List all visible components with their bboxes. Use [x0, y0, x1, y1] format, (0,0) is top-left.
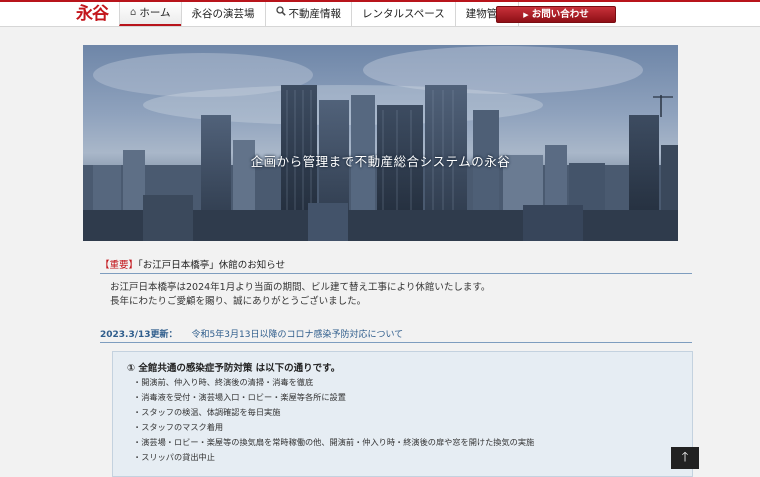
notice-line: お江戸日本橋亭は2024年1月より当面の期間、ビル建て替え工事により休館いたしま…: [110, 282, 491, 293]
covid-measures-box: ① 全館共通の感染症予防対策 は以下の通りです。 ・開演前、仲入り時、終演後の清…: [112, 351, 693, 477]
city-skyline-image: [83, 46, 678, 241]
notice-tag: 【重要】: [100, 260, 139, 271]
notice-body: お江戸日本橋亭は2024年1月より当面の期間、ビル建て替え工事により休館いたしま…: [110, 281, 670, 308]
list-item: ・スリッパの貸出中止: [133, 452, 215, 462]
contact-label: お問い合わせ: [531, 9, 589, 20]
home-icon: ⌂: [130, 7, 137, 18]
nav-item-rental-space[interactable]: レンタルスペース: [351, 2, 455, 26]
notice-line: 長年にわたりご愛顧を賜り、誠にありがとうございました。: [110, 295, 367, 307]
nav-item-theaters[interactable]: 永谷の演芸場: [180, 2, 265, 26]
nav-label: 永谷の演芸場: [191, 8, 255, 20]
nav-item-real-estate[interactable]: 不動産情報: [264, 2, 352, 26]
main-nav: ⌂ ホーム 永谷の演芸場 不動産情報 レンタルスペース 建物管理: [119, 2, 519, 26]
arrow-up-icon: 🡑: [681, 450, 689, 465]
list-item: ・消毒液を受付・演芸場入口・ロビー・楽屋等各所に設置: [133, 392, 346, 402]
list-item: ・スタッフのマスク着用: [133, 422, 224, 432]
list-item: ・演芸場・ロビー・楽屋等の換気扇を常時稼働の他、開演前・仲入り時・終演後の扉や窓…: [133, 437, 535, 447]
list-item: ・スタッフの検温、体調確認を毎日実施: [133, 407, 281, 417]
list-item: ・開演前、仲入り時、終演後の清掃・消毒を徹底: [133, 377, 314, 387]
site-logo[interactable]: 永谷: [76, 4, 109, 24]
covid-measures-heading: ① 全館共通の感染症予防対策 は以下の通りです。: [127, 363, 341, 374]
arrow-right-icon: ▶: [523, 11, 529, 19]
notice-title-text: 「お江戸日本橋亭」休館のお知らせ: [138, 260, 286, 271]
nav-label: 不動産情報: [288, 8, 342, 20]
notice-heading[interactable]: 【重要】「お江戸日本橋亭」休館のお知らせ: [100, 257, 692, 274]
nav-label: ホーム: [139, 7, 171, 19]
site-header: 永谷 ⌂ ホーム 永谷の演芸場 不動産情報 レンタルスペース 建物管理 ▶ お問い…: [0, 2, 760, 27]
hero-caption: 企画から管理まで不動産総合システムの永谷: [250, 154, 511, 169]
contact-button[interactable]: ▶ お問い合わせ: [496, 6, 616, 23]
nav-item-home[interactable]: ⌂ ホーム: [119, 2, 181, 26]
search-icon: [275, 2, 286, 26]
covid-measures-list: ・開演前、仲入り時、終演後の清掃・消毒を徹底 ・消毒液を受付・演芸場入口・ロビー…: [133, 375, 534, 465]
nav-label: レンタルスペース: [362, 8, 445, 20]
update-date: 2023.3/13更新：: [100, 330, 178, 340]
covid-title-text: 令和5年3月13日以降のコロナ感染予防対応について: [191, 330, 404, 340]
covid-update-heading[interactable]: 2023.3/13更新： 令和5年3月13日以降のコロナ感染予防対応について: [100, 327, 692, 343]
hero-banner: 企画から管理まで不動産総合システムの永谷: [83, 45, 678, 241]
back-to-top-button[interactable]: 🡑: [671, 447, 699, 469]
